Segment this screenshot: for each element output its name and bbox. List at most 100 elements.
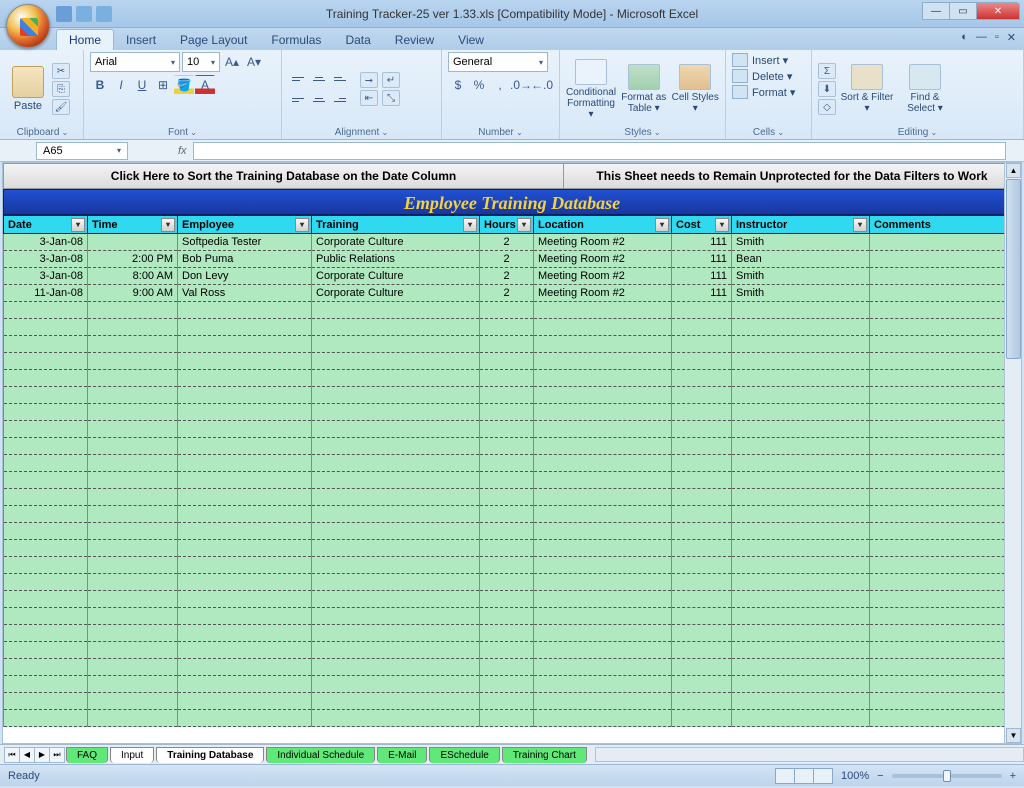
cell-empty[interactable] <box>870 319 1021 336</box>
filter-dropdown-icon[interactable]: ▾ <box>463 218 477 232</box>
cell-instructor[interactable]: Smith <box>732 234 870 251</box>
sort-database-button[interactable]: Click Here to Sort the Training Database… <box>3 163 564 189</box>
cell-empty[interactable] <box>88 421 178 438</box>
help-icon[interactable]: ◐ <box>961 31 968 44</box>
scroll-thumb[interactable] <box>1006 179 1021 359</box>
cell-empty[interactable] <box>312 387 480 404</box>
cell-empty[interactable] <box>732 540 870 557</box>
cell-empty[interactable] <box>312 693 480 710</box>
cell-empty[interactable] <box>870 302 1021 319</box>
cell-empty[interactable] <box>178 472 312 489</box>
table-row-empty[interactable] <box>4 693 1021 710</box>
cell-empty[interactable] <box>480 336 534 353</box>
insert-cells-button[interactable]: Insert ▾ <box>732 52 805 68</box>
cell-empty[interactable] <box>178 302 312 319</box>
cell-empty[interactable] <box>480 370 534 387</box>
format-cells-button[interactable]: Format ▾ <box>732 84 805 100</box>
table-row-empty[interactable] <box>4 404 1021 421</box>
sheet-tab-input[interactable]: Input <box>110 747 154 763</box>
cell-empty[interactable] <box>870 472 1021 489</box>
cell-cost[interactable]: 111 <box>672 285 732 302</box>
cell-empty[interactable] <box>312 472 480 489</box>
column-header-comments[interactable]: Comments▾ <box>870 216 1021 234</box>
zoom-slider[interactable] <box>892 774 1002 778</box>
cell-empty[interactable] <box>480 387 534 404</box>
redo-icon[interactable] <box>96 6 112 22</box>
cell-empty[interactable] <box>870 523 1021 540</box>
table-row-empty[interactable] <box>4 642 1021 659</box>
cell-empty[interactable] <box>88 489 178 506</box>
column-header-hours[interactable]: Hours▾ <box>480 216 534 234</box>
border-button[interactable]: ⊞ <box>153 75 173 95</box>
cell-empty[interactable] <box>672 353 732 370</box>
cell-empty[interactable] <box>88 659 178 676</box>
cell-empty[interactable] <box>480 591 534 608</box>
shrink-font-icon[interactable]: A▾ <box>244 52 264 72</box>
fill-icon[interactable]: ⬇ <box>818 81 836 97</box>
table-row[interactable]: 11-Jan-089:00 AMVal RossCorporate Cultur… <box>4 285 1021 302</box>
cell-empty[interactable] <box>178 455 312 472</box>
cell-location[interactable]: Meeting Room #2 <box>534 251 672 268</box>
cell-empty[interactable] <box>312 438 480 455</box>
sort-filter-button[interactable]: Sort & Filter ▾ <box>840 64 894 114</box>
cell-empty[interactable] <box>312 404 480 421</box>
cell-employee[interactable]: Softpedia Tester <box>178 234 312 251</box>
cell-empty[interactable] <box>4 387 88 404</box>
cell-hours[interactable]: 2 <box>480 285 534 302</box>
cell-empty[interactable] <box>88 319 178 336</box>
cell-empty[interactable] <box>672 438 732 455</box>
cell-empty[interactable] <box>88 693 178 710</box>
cell-empty[interactable] <box>312 710 480 727</box>
cell-empty[interactable] <box>88 625 178 642</box>
cell-empty[interactable] <box>534 591 672 608</box>
cell-empty[interactable] <box>534 523 672 540</box>
cell-empty[interactable] <box>732 608 870 625</box>
cell-empty[interactable] <box>870 710 1021 727</box>
cell-empty[interactable] <box>534 472 672 489</box>
tab-first-button[interactable]: ⏮ <box>4 747 20 763</box>
format-as-table-button[interactable]: Format as Table ▾ <box>620 64 667 114</box>
tab-insert[interactable]: Insert <box>114 30 168 50</box>
cell-hours[interactable]: 2 <box>480 234 534 251</box>
tab-last-button[interactable]: ⏭ <box>49 747 65 763</box>
cell-empty[interactable] <box>870 676 1021 693</box>
cell-empty[interactable] <box>534 353 672 370</box>
cell-empty[interactable] <box>534 455 672 472</box>
table-row-empty[interactable] <box>4 421 1021 438</box>
cell-empty[interactable] <box>480 404 534 421</box>
cell-empty[interactable] <box>870 404 1021 421</box>
cell-empty[interactable] <box>672 523 732 540</box>
cell-empty[interactable] <box>312 353 480 370</box>
training-table[interactable]: Date▾Time▾Employee▾Training▾Hours▾Locati… <box>3 215 1021 727</box>
cell-empty[interactable] <box>480 574 534 591</box>
minimize-button[interactable]: — <box>922 2 950 20</box>
percent-button[interactable]: % <box>469 75 489 95</box>
cell-empty[interactable] <box>534 540 672 557</box>
cell-empty[interactable] <box>4 404 88 421</box>
cell-empty[interactable] <box>178 489 312 506</box>
cell-empty[interactable] <box>88 455 178 472</box>
cell-empty[interactable] <box>312 506 480 523</box>
cell-empty[interactable] <box>732 438 870 455</box>
orientation-icon[interactable]: ⭢ <box>360 72 378 88</box>
merge-center-icon[interactable]: ⤡ <box>382 90 400 106</box>
cell-empty[interactable] <box>870 642 1021 659</box>
cell-empty[interactable] <box>672 710 732 727</box>
cell-empty[interactable] <box>88 574 178 591</box>
cell-empty[interactable] <box>534 319 672 336</box>
cell-empty[interactable] <box>88 540 178 557</box>
cell-empty[interactable] <box>4 319 88 336</box>
filter-dropdown-icon[interactable]: ▾ <box>71 218 85 232</box>
cell-empty[interactable] <box>312 659 480 676</box>
cell-empty[interactable] <box>480 353 534 370</box>
cell-instructor[interactable]: Smith <box>732 268 870 285</box>
cell-empty[interactable] <box>870 438 1021 455</box>
cell-empty[interactable] <box>178 557 312 574</box>
cell-empty[interactable] <box>88 302 178 319</box>
fx-icon[interactable]: fx <box>178 145 187 157</box>
cell-empty[interactable] <box>88 710 178 727</box>
tab-formulas[interactable]: Formulas <box>259 30 333 50</box>
font-name-select[interactable]: Arial▾ <box>90 52 180 72</box>
table-row-empty[interactable] <box>4 591 1021 608</box>
cell-empty[interactable] <box>870 608 1021 625</box>
